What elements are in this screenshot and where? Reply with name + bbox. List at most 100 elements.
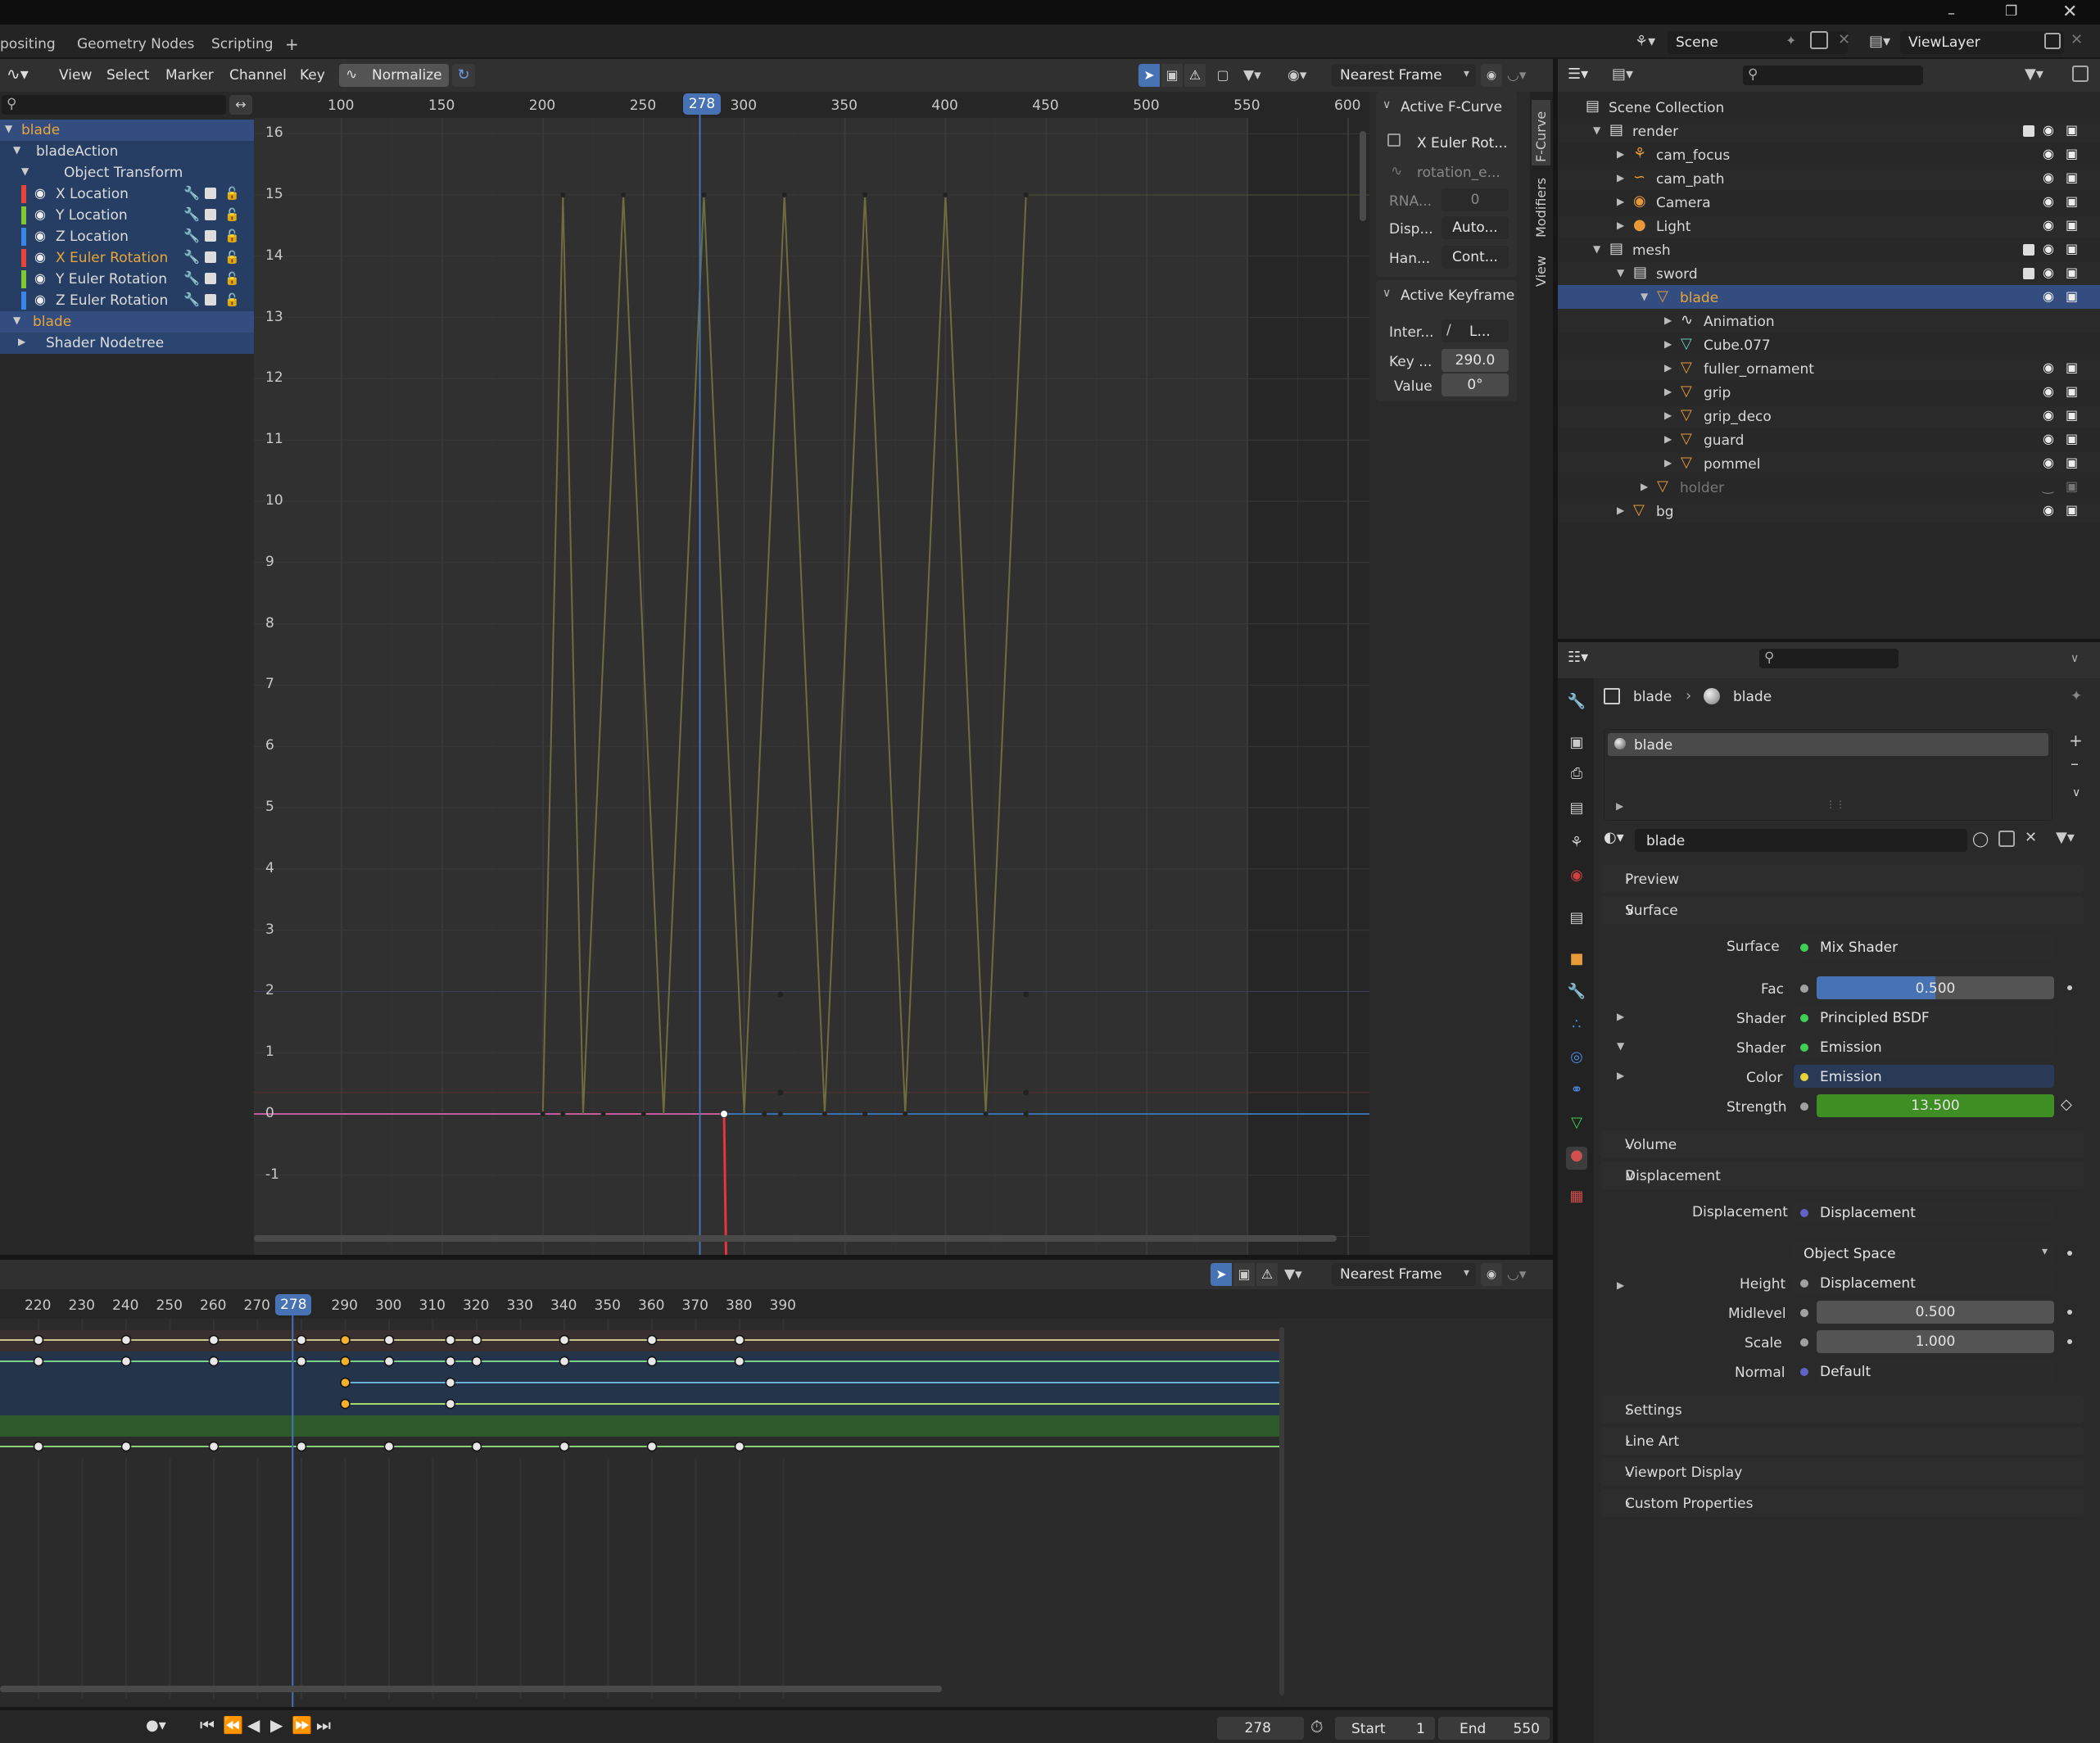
particles-tab-icon[interactable]: ∴: [1566, 1016, 1587, 1039]
keyframe-point[interactable]: [821, 1111, 827, 1116]
properties-search[interactable]: ⚲: [1759, 649, 1899, 668]
expand-arrow-icon[interactable]: ▼: [1593, 124, 1600, 136]
exclude-checkbox[interactable]: [2023, 268, 2034, 279]
view-layer-tab-icon[interactable]: ▤: [1566, 799, 1587, 822]
camera-render-icon[interactable]: ▣: [2066, 502, 2078, 518]
dope-keyframe[interactable]: [445, 1334, 456, 1346]
channel-row[interactable]: ▼ blade: [0, 311, 254, 333]
modifier-wrench-icon[interactable]: 🔧: [183, 228, 200, 243]
dope-keyframe[interactable]: [120, 1334, 132, 1346]
dope-keyframe[interactable]: [340, 1398, 351, 1410]
eye-closed-icon[interactable]: ‿: [2043, 478, 2053, 494]
new-collection-icon[interactable]: [2072, 66, 2089, 82]
menu-marker[interactable]: Marker: [165, 67, 214, 84]
end-frame-field[interactable]: End 550: [1438, 1717, 1550, 1740]
preview-section-header[interactable]: › Preview: [1600, 865, 2084, 893]
fake-user-icon[interactable]: ◯: [1972, 831, 1989, 848]
dope-keyframe[interactable]: [445, 1377, 456, 1388]
properties-options-icon[interactable]: ∨: [2071, 652, 2079, 665]
dope-box-select-icon[interactable]: ▣: [1233, 1263, 1255, 1286]
dope-vertical-scrollbar[interactable]: [1279, 1327, 1284, 1695]
material-tab-icon[interactable]: ●: [1566, 1147, 1587, 1170]
collapse-arrow-icon[interactable]: ▼: [1617, 1040, 1624, 1052]
outliner-row[interactable]: ▼ ▤ render ◉ ▣: [1558, 119, 2100, 143]
eye-icon[interactable]: ◉: [2043, 241, 2054, 256]
dope-keyframe[interactable]: [646, 1356, 658, 1367]
exclude-checkbox[interactable]: [2023, 244, 2034, 256]
dope-keyframe[interactable]: [340, 1377, 351, 1388]
outliner-row[interactable]: ▼ ▤ mesh ◉ ▣: [1558, 238, 2100, 261]
dope-keyframe[interactable]: [33, 1334, 44, 1346]
add-workspace-button[interactable]: +: [285, 34, 299, 54]
keyframe-point[interactable]: [560, 192, 566, 197]
dope-keyframe[interactable]: [383, 1334, 395, 1346]
expand-arrow-icon[interactable]: ▶: [1617, 505, 1624, 516]
mute-checkbox[interactable]: [205, 230, 216, 242]
outliner-row[interactable]: ▶ ▽ holder ‿ ▣: [1558, 475, 2100, 499]
dope-keyframe[interactable]: [471, 1356, 482, 1367]
properties-editor-icon[interactable]: ☷▾: [1568, 649, 1588, 666]
jump-end-button[interactable]: ⏭: [316, 1715, 331, 1735]
handle-point[interactable]: [777, 1089, 784, 1096]
remove-slot-button[interactable]: –: [2071, 754, 2079, 773]
channel-row[interactable]: ◉ 🔧 🔓 Y Location: [0, 205, 254, 226]
expand-arrow-icon[interactable]: ▶: [1664, 410, 1672, 421]
jump-start-button[interactable]: ⏮: [200, 1715, 215, 1735]
resize-grip-icon[interactable]: ⋮⋮: [1826, 799, 1845, 810]
keyframe-point[interactable]: [862, 1111, 868, 1116]
outliner-filter-icon[interactable]: ▼▾: [2025, 66, 2043, 83]
animate-dot-icon[interactable]: [2067, 1310, 2072, 1315]
outliner-row[interactable]: ▶ ▽ pommel ◉ ▣: [1558, 451, 2100, 475]
eye-icon[interactable]: ◉: [2043, 217, 2054, 233]
camera-render-icon[interactable]: ▣: [2066, 193, 2078, 209]
space-dropdown[interactable]: Object Space ▾: [1794, 1242, 2054, 1265]
only-selected-icon[interactable]: ⚠: [1184, 64, 1206, 87]
play-reverse-button[interactable]: ◀: [247, 1715, 260, 1735]
unlink-material-icon[interactable]: ✕: [2025, 829, 2037, 846]
outliner-row[interactable]: ▶ ● Light ◉ ▣: [1558, 214, 2100, 238]
modifier-tab-icon[interactable]: 🔧: [1566, 983, 1587, 1006]
fac-slider[interactable]: 0.500: [1817, 976, 2054, 999]
keyframe-point[interactable]: [903, 1111, 908, 1116]
output-tab-icon[interactable]: ⎙: [1566, 765, 1587, 788]
eye-icon[interactable]: ◉: [2043, 455, 2054, 470]
keyframe-point[interactable]: [777, 1111, 783, 1116]
constraints-tab-icon[interactable]: ⚭: [1566, 1081, 1587, 1104]
dope-channel-row[interactable]: [0, 1415, 1283, 1437]
shader1-field[interactable]: Principled BSDF: [1794, 1006, 2054, 1029]
physics-tab-icon[interactable]: ◎: [1566, 1048, 1587, 1071]
channel-row[interactable]: ◉ 🔧 🔓 Z Euler Rotation: [0, 290, 254, 311]
expand-arrow-icon[interactable]: ▶: [1664, 362, 1672, 374]
keyframe-point[interactable]: [781, 192, 787, 197]
eye-icon[interactable]: ◉: [34, 228, 46, 243]
camera-render-icon[interactable]: ▣: [2066, 288, 2078, 304]
eye-icon[interactable]: ◉: [2043, 502, 2054, 518]
outliner-row[interactable]: ▶ ⚘ cam_focus ◉ ▣: [1558, 143, 2100, 166]
keyframe-point[interactable]: [1023, 192, 1029, 197]
expand-arrow-icon[interactable]: ▶: [1617, 1011, 1624, 1022]
expand-arrow-icon[interactable]: ▶: [1664, 457, 1672, 469]
current-frame-indicator[interactable]: 278: [683, 93, 721, 115]
dope-keyframe[interactable]: [445, 1356, 456, 1367]
select-tool-icon[interactable]: ➤: [1138, 64, 1160, 87]
delete-viewlayer-icon[interactable]: ✕: [2071, 31, 2083, 48]
mute-checkbox[interactable]: [205, 188, 216, 199]
camera-render-icon[interactable]: ▣: [2066, 122, 2078, 138]
dope-keyframe[interactable]: [383, 1356, 395, 1367]
normalize-toggle[interactable]: ∿ Normalize: [339, 64, 449, 87]
dope-keyframe[interactable]: [734, 1334, 745, 1346]
expand-arrow-icon[interactable]: ▶: [1617, 172, 1624, 183]
outliner-row[interactable]: ▶ ▽ grip ◉ ▣: [1558, 380, 2100, 404]
modifier-wrench-icon[interactable]: 🔧: [183, 206, 200, 222]
modifier-wrench-icon[interactable]: 🔧: [183, 292, 200, 307]
horizontal-scrollbar[interactable]: [254, 1235, 1337, 1242]
active-keyframe-point[interactable]: [720, 1110, 729, 1118]
dope-only-selected-icon[interactable]: ⚠: [1256, 1263, 1278, 1286]
midlevel-field[interactable]: 0.500: [1817, 1301, 2054, 1324]
dope-keyframe[interactable]: [471, 1441, 482, 1452]
camera-render-icon[interactable]: ▣: [2066, 360, 2078, 375]
key-value-field[interactable]: 0°: [1441, 374, 1509, 396]
restore-button[interactable]: ❐: [2005, 3, 2021, 20]
eye-icon[interactable]: ◉: [34, 185, 46, 201]
dope-falloff-icon[interactable]: ◡▾: [1507, 1263, 1540, 1286]
